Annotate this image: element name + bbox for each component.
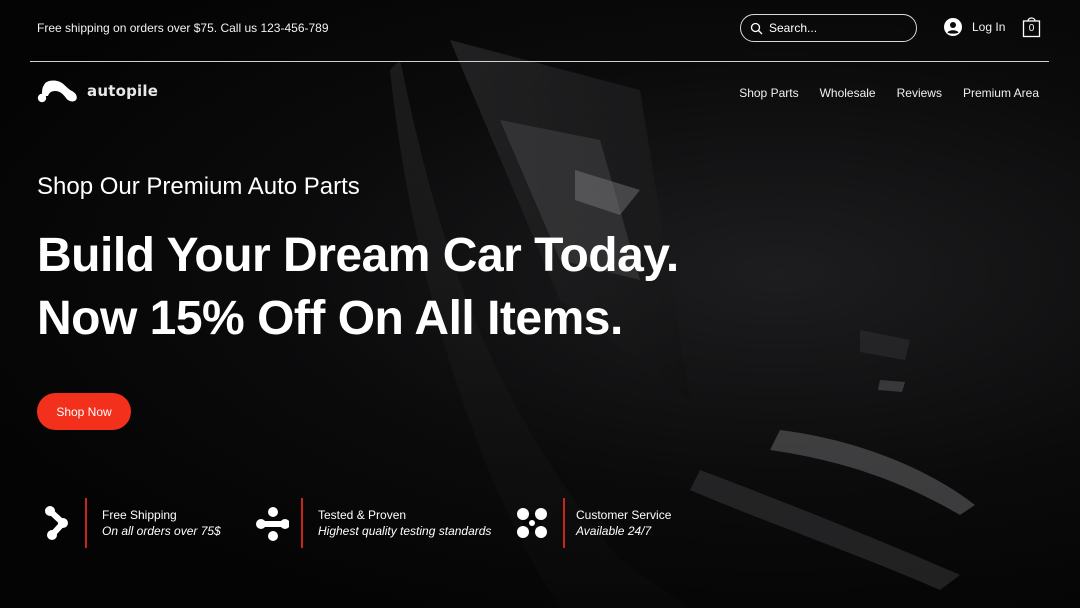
hero-eyebrow: Shop Our Premium Auto Parts xyxy=(37,173,360,200)
header-divider xyxy=(30,61,1049,62)
top-bar: Free shipping on orders over $75. Call u… xyxy=(0,0,1080,60)
login-label: Log In xyxy=(972,20,1006,34)
brand-name: autopile xyxy=(87,82,159,100)
cart-button[interactable]: 0 xyxy=(1021,15,1042,38)
nav-item-reviews[interactable]: Reviews xyxy=(897,86,942,100)
nav-item-wholesale[interactable]: Wholesale xyxy=(820,86,876,100)
hero-headline-line-1: Build Your Dream Car Today. xyxy=(37,229,679,282)
cart-count: 0 xyxy=(1028,23,1035,34)
feature-subtitle: Highest quality testing standards xyxy=(318,524,492,538)
main-nav: Shop Parts Wholesale Reviews Premium Are… xyxy=(739,86,1039,100)
tested-icon xyxy=(255,504,290,542)
login-button[interactable]: Log In xyxy=(944,18,1005,36)
shipping-icon xyxy=(44,504,78,542)
service-icon xyxy=(515,504,549,542)
feature-title: Free Shipping xyxy=(102,508,177,522)
autopile-logo-icon xyxy=(36,79,79,103)
feature-subtitle: On all orders over 75$ xyxy=(102,524,221,538)
feature-title: Customer Service xyxy=(576,508,672,522)
shop-now-button[interactable]: Shop Now xyxy=(37,393,131,430)
feature-divider xyxy=(563,498,565,548)
announcement-text: Free shipping on orders over $75. Call u… xyxy=(37,21,329,35)
hero-headline: Build Your Dream Car Today. Now 15% Off … xyxy=(37,224,679,350)
nav-item-premium-area[interactable]: Premium Area xyxy=(963,86,1039,100)
search-box[interactable] xyxy=(740,14,917,42)
feature-title: Tested & Proven xyxy=(318,508,407,522)
feature-divider xyxy=(301,498,303,548)
feature-divider xyxy=(85,498,87,548)
user-avatar-icon xyxy=(944,18,962,36)
feature-subtitle: Available 24/7 xyxy=(576,524,652,538)
search-icon xyxy=(750,22,763,35)
brand-logo[interactable]: autopile xyxy=(36,79,158,103)
nav-item-shop-parts[interactable]: Shop Parts xyxy=(739,86,798,100)
search-input[interactable] xyxy=(769,21,899,35)
page: Free shipping on orders over $75. Call u… xyxy=(0,0,1080,608)
hero-headline-line-2: Now 15% Off On All Items. xyxy=(37,292,623,345)
